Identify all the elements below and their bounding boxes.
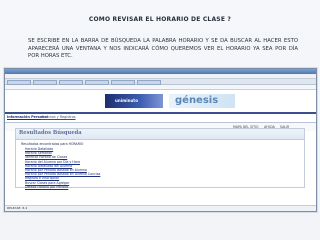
slide-body-text: SE ESCRIBE EN LA BARRA DE BÚSQUEDA LA PA… [28, 38, 298, 59]
status-text: RELEASE: 8.4 [7, 206, 28, 210]
tab-strip [5, 79, 316, 85]
nav-alumnos-registros[interactable]: Alumnos y Registros [41, 115, 76, 119]
result-link[interactable]: Detalle Horario por Periodo [25, 185, 100, 189]
browser-tab[interactable] [137, 80, 161, 85]
uniminuto-logo: uniminuto [105, 94, 163, 108]
results-header: Resultados Búsqueda [16, 129, 304, 140]
search-results-panel: Resultados Búsqueda Resultados encontrad… [15, 128, 305, 189]
browser-tab[interactable] [7, 80, 31, 85]
logo-left-text: uniminuto [115, 98, 138, 103]
browser-tab[interactable] [85, 80, 109, 85]
status-bar: RELEASE: 8.4 [5, 205, 316, 211]
genesis-logo: génesis [169, 94, 235, 108]
browser-tab[interactable] [33, 80, 57, 85]
browser-window: uniminuto génesis Información Personal A… [4, 68, 317, 212]
site-header: uniminuto génesis [5, 90, 316, 114]
results-list: Horario Detallado Horario Semanal Verifi… [25, 147, 100, 189]
results-caption: Resultados encontrados para HORARIO [21, 142, 84, 146]
site-nav: Información Personal Alumnos y Registros [5, 114, 316, 123]
slide-title: COMO REVISAR EL HORARIO DE CLASE ? [88, 16, 232, 23]
logo-right-text: génesis [175, 95, 219, 106]
results-title: Resultados Búsqueda [19, 130, 82, 136]
browser-tab[interactable] [59, 80, 83, 85]
browser-tab[interactable] [111, 80, 135, 85]
